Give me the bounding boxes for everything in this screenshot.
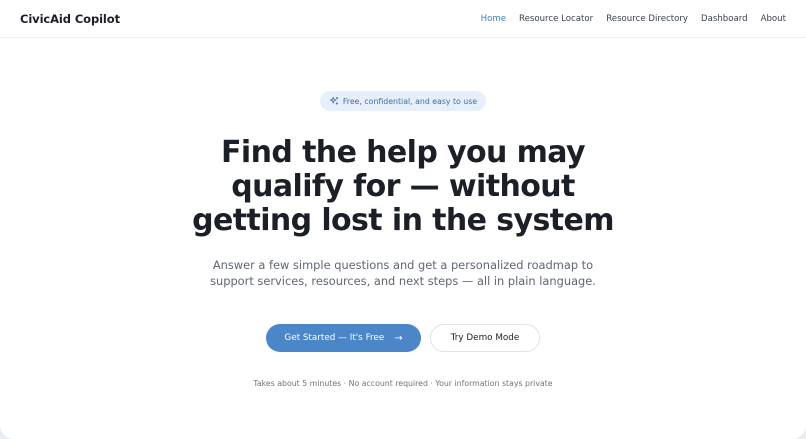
headline-line-1: Find the help you may <box>221 135 586 170</box>
badge-text: Free, confidential, and easy to use <box>342 96 478 106</box>
nav-item-about[interactable]: About <box>761 14 786 24</box>
try-demo-button[interactable]: Try Demo Mode <box>430 324 540 352</box>
hero-footnote: Takes about 5 minutes · No account requi… <box>253 379 553 388</box>
sparkles-icon <box>329 96 339 105</box>
nav-item-dashboard[interactable]: Dashboard <box>701 14 748 24</box>
nav-item-resource-locator[interactable]: Resource Locator <box>519 14 593 24</box>
top-navigation: CivicAid Copilot Home Resource Locator R… <box>0 0 806 38</box>
landing-page: CivicAid Copilot Home Resource Locator R… <box>0 0 806 439</box>
brand-logo[interactable]: CivicAid Copilot <box>20 12 120 26</box>
hero-subtext: Answer a few simple questions and get a … <box>0 257 806 289</box>
feature-badge: Free, confidential, and easy to use <box>320 91 486 111</box>
hero-headline: Find the help you may qualify for — with… <box>0 136 806 238</box>
nav-links: Home Resource Locator Resource Directory… <box>468 14 786 24</box>
nav-item-resource-directory[interactable]: Resource Directory <box>606 14 688 24</box>
headline-line-2: qualify for — without <box>231 169 575 204</box>
nav-item-home[interactable]: Home <box>481 14 506 24</box>
cta-row: Get Started — It's Free → Try Demo Mode <box>0 324 806 352</box>
arrow-right-icon: → <box>394 332 403 344</box>
get-started-label: Get Started — It's Free <box>284 333 385 343</box>
get-started-button[interactable]: Get Started — It's Free → <box>266 324 421 352</box>
headline-line-3: getting lost in the system <box>192 203 614 238</box>
subtext-line-2: support services, resources, and next st… <box>210 274 596 288</box>
subtext-line-1: Answer a few simple questions and get a … <box>212 258 594 272</box>
